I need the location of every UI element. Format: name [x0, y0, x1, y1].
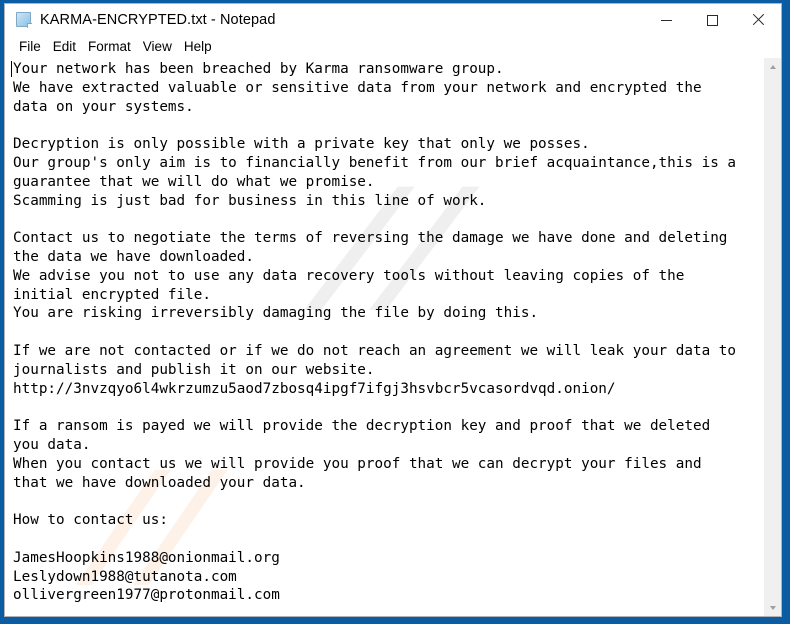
menu-item-view[interactable]: View: [137, 37, 178, 56]
menu-item-help[interactable]: Help: [178, 37, 218, 56]
scrollbar-thumb[interactable]: [764, 75, 781, 475]
menu-item-file[interactable]: File: [13, 37, 47, 56]
text-editor[interactable]: // // Your network has been breached by …: [5, 58, 763, 616]
desktop-background: KARMA-ENCRYPTED.txt - Notepad File Edit …: [0, 0, 790, 624]
window-title: KARMA-ENCRYPTED.txt - Notepad: [40, 12, 276, 28]
close-icon: [752, 14, 764, 26]
menu-bar: File Edit Format View Help: [5, 36, 781, 57]
menu-item-edit[interactable]: Edit: [47, 37, 82, 56]
minimize-button[interactable]: [643, 4, 689, 36]
vertical-scrollbar[interactable]: [763, 58, 781, 616]
scroll-down-icon[interactable]: [764, 599, 781, 616]
notepad-window: KARMA-ENCRYPTED.txt - Notepad File Edit …: [4, 3, 782, 617]
scroll-up-icon[interactable]: [764, 58, 781, 75]
maximize-button[interactable]: [689, 4, 735, 36]
notepad-document-icon: [16, 12, 32, 28]
window-controls: [643, 4, 781, 36]
maximize-icon: [706, 14, 718, 26]
minimize-icon: [660, 19, 672, 21]
ransom-note-text: Your network has been breached by Karma …: [13, 61, 737, 604]
title-bar[interactable]: KARMA-ENCRYPTED.txt - Notepad: [5, 4, 781, 36]
text-caret: [11, 61, 12, 77]
editor-area: // // Your network has been breached by …: [5, 57, 781, 616]
menu-item-format[interactable]: Format: [82, 37, 137, 56]
close-button[interactable]: [735, 4, 781, 36]
